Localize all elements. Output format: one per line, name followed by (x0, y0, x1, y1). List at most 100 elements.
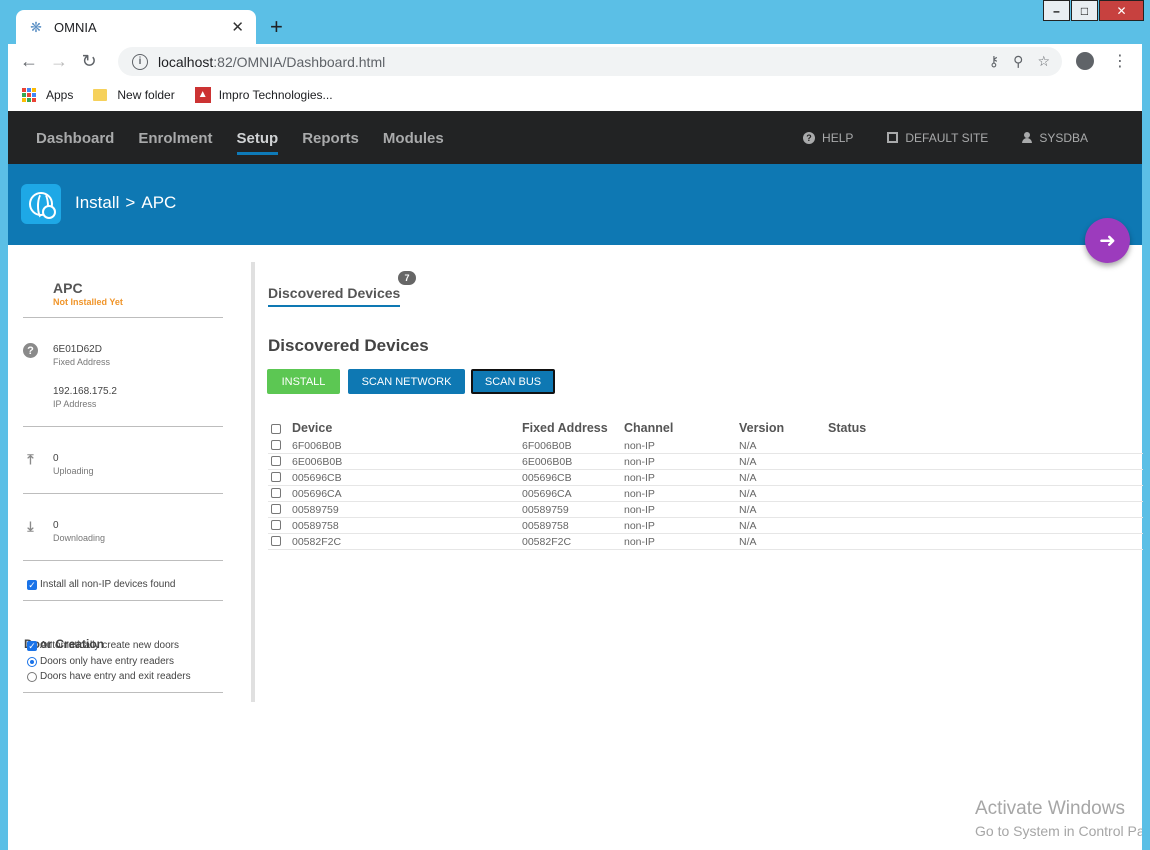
status-badge: Not Installed Yet (53, 297, 123, 307)
column-header[interactable]: Fixed Address (522, 421, 608, 435)
row-checkbox[interactable] (271, 520, 281, 530)
app-navbar: Dashboard Enrolment Setup Reports Module… (8, 111, 1142, 164)
url-host: localhost (158, 53, 214, 70)
column-header[interactable]: Version (739, 421, 784, 435)
back-arrow-icon[interactable]: ← (14, 51, 44, 72)
close-tab-icon[interactable]: ✕ (231, 18, 244, 36)
divider (23, 600, 223, 601)
row-checkbox[interactable] (271, 536, 281, 546)
divider (23, 317, 223, 318)
entry-exit-label: Doors have entry and exit readers (40, 671, 191, 682)
bookmark-new-folder[interactable]: New folder (93, 88, 175, 102)
table-row[interactable]: 005696CB 005696CB non-IP N/A (268, 470, 1143, 486)
apps-grid-icon (22, 87, 36, 102)
zoom-icon[interactable]: ⚲ (1013, 53, 1023, 70)
install-button[interactable]: INSTALL (267, 369, 340, 394)
row-checkbox[interactable] (271, 504, 281, 514)
fixed-address-value: 6E01D62D (53, 344, 102, 355)
vertical-divider (251, 262, 255, 702)
bookmark-apps[interactable]: Apps (22, 87, 74, 102)
nav-dashboard[interactable]: Dashboard (36, 128, 114, 147)
profile-icon[interactable] (1076, 52, 1094, 70)
scan-bus-button[interactable]: SCAN BUS (471, 369, 555, 394)
fixed-address-cell: 6F006B0B (522, 440, 572, 452)
table-row[interactable]: 00582F2C 00582F2C non-IP N/A (268, 534, 1143, 550)
version-cell: N/A (739, 456, 757, 468)
user-link[interactable]: SYSDBA (1022, 131, 1088, 145)
nav-reports[interactable]: Reports (302, 128, 359, 147)
version-cell: N/A (739, 472, 757, 484)
divider (23, 692, 223, 693)
version-cell: N/A (739, 504, 757, 516)
table-row[interactable]: 00589758 00589758 non-IP N/A (268, 518, 1143, 534)
scan-network-button[interactable]: SCAN NETWORK (348, 369, 465, 394)
key-icon[interactable]: ⚷ (989, 53, 999, 70)
bookmark-impro[interactable]: ▲ Impro Technologies... (194, 86, 333, 103)
browser-tab[interactable]: ❋ OMNIA ✕ (16, 10, 256, 44)
fixed-address-cell: 6E006B0B (522, 456, 573, 468)
nav-setup[interactable]: Setup (236, 128, 278, 155)
back-button[interactable]: ➜ (1085, 218, 1130, 263)
question-icon: ? (23, 343, 38, 358)
folder-icon (93, 88, 108, 101)
bookmarks-bar: Apps New folder ▲ Impro Technologies... (8, 78, 1142, 111)
install-all-checkbox-row[interactable]: ✓ Install all non-IP devices found (27, 579, 175, 590)
nav-modules[interactable]: Modules (383, 128, 444, 147)
new-tab-icon[interactable]: + (270, 14, 283, 40)
user-label: SYSDBA (1039, 130, 1088, 145)
downloading-value: 0 (53, 520, 59, 531)
content-area: APC Not Installed Yet ? 6E01D62D Fixed A… (8, 245, 1143, 850)
row-checkbox[interactable] (271, 456, 281, 466)
table-row[interactable]: 6E006B0B 6E006B0B non-IP N/A (268, 454, 1143, 470)
reload-icon[interactable]: ↻ (74, 51, 104, 72)
table-row[interactable]: 6F006B0B 6F006B0B non-IP N/A (268, 438, 1143, 454)
help-icon: ? (803, 131, 816, 144)
device-cell: 6F006B0B (292, 440, 342, 452)
row-checkbox[interactable] (271, 472, 281, 482)
column-header[interactable]: Channel (624, 421, 673, 435)
auto-create-doors-checkbox[interactable]: ✓ (27, 640, 37, 651)
column-header[interactable]: Status (828, 421, 866, 435)
fixed-address-cell: 00589758 (522, 520, 569, 532)
fixed-address-cell: 00589759 (522, 504, 569, 516)
breadcrumb-install[interactable]: Install (75, 193, 119, 213)
device-title: APC (53, 280, 83, 296)
entry-exit-radio[interactable] (27, 671, 37, 682)
column-header[interactable]: Device (292, 421, 332, 435)
forward-arrow-icon[interactable]: → (44, 51, 74, 72)
help-link[interactable]: ? HELP (803, 131, 853, 145)
fixed-address-cell: 005696CA (522, 488, 572, 500)
tab-discovered-devices[interactable]: Discovered Devices (268, 285, 401, 307)
entry-only-radio[interactable] (27, 656, 37, 667)
arrow-left-icon: ➜ (1099, 230, 1116, 252)
uploading-label: Uploading (53, 466, 94, 476)
divider (23, 493, 223, 494)
browser-toolbar: ← → ↻ i localhost:82/OMNIA/Dashboard.htm… (8, 44, 1142, 78)
row-checkbox[interactable] (271, 440, 281, 450)
entry-exit-radio-row[interactable]: Doors have entry and exit readers (27, 671, 191, 682)
version-cell: N/A (739, 488, 757, 500)
install-all-checkbox[interactable]: ✓ (27, 579, 37, 590)
table-row[interactable]: 00589759 00589759 non-IP N/A (268, 502, 1143, 518)
bookmark-label: Apps (46, 87, 74, 102)
row-checkbox[interactable] (271, 488, 281, 498)
version-cell: N/A (739, 520, 757, 532)
star-icon[interactable]: ☆ (1037, 53, 1050, 70)
channel-cell: non-IP (624, 440, 655, 452)
page-banner: Install > APC ➜ (8, 164, 1142, 263)
info-icon[interactable]: i (132, 53, 148, 70)
upload-icon: ⤒ (27, 451, 34, 467)
entry-only-label: Doors only have entry readers (40, 656, 174, 667)
address-bar[interactable]: i localhost:82/OMNIA/Dashboard.html ⚷ ⚲ … (118, 47, 1062, 76)
auto-create-doors-row[interactable]: ✓ Automatically create new doors (27, 640, 179, 651)
ip-address-value: 192.168.175.2 (53, 386, 117, 397)
menu-kebab-icon[interactable]: ⋮ (1112, 51, 1128, 71)
site-link[interactable]: DEFAULT SITE (887, 131, 988, 145)
select-all-checkbox[interactable] (271, 424, 281, 434)
auto-create-doors-label: Automatically create new doors (40, 640, 179, 651)
entry-only-radio-row[interactable]: Doors only have entry readers (27, 656, 174, 667)
breadcrumb-separator: > (125, 193, 136, 212)
nav-enrolment[interactable]: Enrolment (138, 128, 212, 147)
table-row[interactable]: 005696CA 005696CA non-IP N/A (268, 486, 1143, 502)
device-cell: 00582F2C (292, 536, 342, 548)
